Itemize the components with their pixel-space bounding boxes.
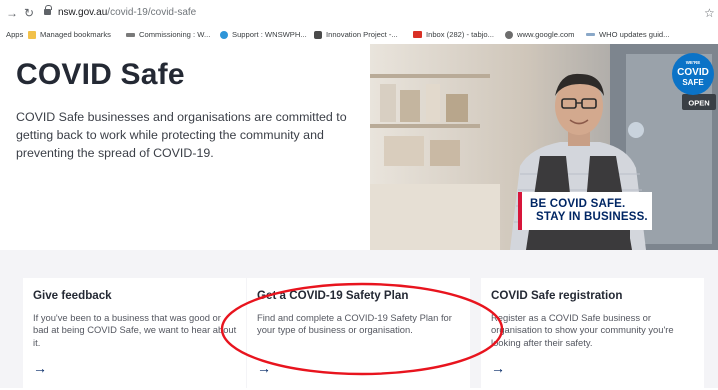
site-icon xyxy=(126,32,135,37)
url-path: /covid-19/covid-safe xyxy=(107,7,197,18)
site-icon xyxy=(586,33,595,36)
banner-line-2: STAY IN BUSINESS. xyxy=(536,211,648,223)
bookmark-apps[interactable]: Apps xyxy=(6,30,23,39)
browser-chrome: → ↻ nsw.gov.au/covid-19/covid-safe ☆ App… xyxy=(0,0,718,45)
logo-text-1: WE'RE xyxy=(686,60,701,65)
arrow-right-icon[interactable]: → xyxy=(33,360,47,376)
lock-icon xyxy=(44,5,52,16)
card-registration[interactable]: COVID Safe registration Register as a CO… xyxy=(481,278,704,390)
bookmark-who[interactable]: WHO updates guid... xyxy=(586,30,670,39)
card-title[interactable]: COVID Safe registration xyxy=(491,289,622,302)
bookmark-support[interactable]: Support : WNSWPH... xyxy=(220,30,307,39)
bookmark-google[interactable]: www.google.com xyxy=(505,30,574,39)
globe-icon xyxy=(505,30,513,39)
bookmark-innovation[interactable]: Innovation Project -... xyxy=(314,30,398,39)
bookmarks-bar: Apps Managed bookmarks Commissioning : W… xyxy=(0,27,718,43)
annotation-ellipse xyxy=(220,282,504,376)
site-icon xyxy=(220,30,228,39)
card-give-feedback[interactable]: Give feedback If you've been to a busine… xyxy=(23,278,246,390)
logo-text-2: COVID xyxy=(677,67,709,78)
url-text[interactable]: nsw.gov.au/covid-19/covid-safe xyxy=(58,7,196,18)
address-bar[interactable]: → ↻ nsw.gov.au/covid-19/covid-safe ☆ xyxy=(0,0,718,26)
hero-section: COVID Safe COVID Safe businesses and org… xyxy=(0,44,718,250)
site-icon xyxy=(314,30,322,39)
logo-text-3: SAFE xyxy=(682,78,704,87)
bookmark-inbox[interactable]: Inbox (282) - tabjo... xyxy=(413,30,494,39)
url-host: nsw.gov.au xyxy=(58,7,108,18)
campaign-banner: BE COVID SAFE. STAY IN BUSINESS. xyxy=(518,192,652,230)
banner-line-1: BE COVID SAFE. xyxy=(530,198,626,210)
open-sign: OPEN xyxy=(688,99,709,108)
bookmark-commissioning[interactable]: Commissioning : W... xyxy=(126,30,210,39)
bookmark-managed[interactable]: Managed bookmarks xyxy=(28,30,111,39)
card-title[interactable]: Give feedback xyxy=(33,289,112,302)
hero-description: COVID Safe businesses and organisations … xyxy=(16,110,347,160)
forward-arrow-icon[interactable]: → xyxy=(6,6,18,20)
reload-icon[interactable]: ↻ xyxy=(24,6,34,20)
card-body: Register as a COVID Safe business or org… xyxy=(491,312,674,348)
page-title: COVID Safe xyxy=(16,58,185,91)
card-body: If you've been to a business that was go… xyxy=(33,312,237,348)
folder-icon xyxy=(28,30,36,39)
gmail-icon xyxy=(413,31,422,38)
bookmark-star-icon[interactable]: ☆ xyxy=(704,6,715,20)
